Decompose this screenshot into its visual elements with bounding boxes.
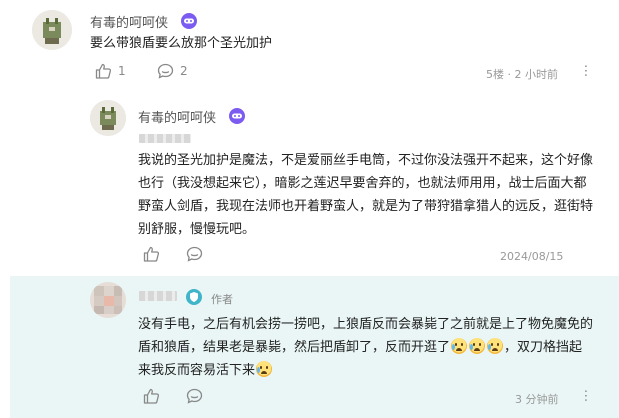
thumbs-up-icon	[143, 388, 160, 404]
reply-text: 我说的圣光加护是魔法，不是爱丽丝手电筒，不过你没法强开不起来，这个好像也行（我没…	[138, 153, 594, 237]
reply-avatar[interactable]	[90, 100, 126, 136]
reply-count: 2	[180, 64, 188, 78]
comment-icon	[186, 388, 203, 404]
like-button[interactable]: 1	[95, 63, 126, 79]
username[interactable]: 有毒的呵呵侠	[90, 12, 168, 31]
crying-emoji-icon	[487, 338, 504, 354]
crying-emoji-icon	[469, 338, 486, 354]
masked-quote	[139, 134, 191, 143]
author-tag: 作者	[211, 293, 233, 306]
thumbs-up-icon	[143, 246, 160, 262]
avatar[interactable]	[32, 10, 72, 50]
masked-username[interactable]	[139, 291, 177, 301]
like-button[interactable]	[143, 388, 160, 404]
comment-icon	[186, 246, 203, 262]
comment-text: 要么带狼盾要么放那个圣光加护	[90, 36, 273, 51]
like-button[interactable]	[143, 246, 160, 262]
game-badge-icon	[229, 108, 245, 124]
reply-time: 3 分钟前	[515, 393, 559, 406]
reply-button[interactable]	[186, 388, 203, 404]
author-avatar[interactable]	[90, 282, 126, 318]
crying-emoji-icon	[256, 361, 273, 377]
crying-emoji-icon	[451, 338, 468, 354]
comment-icon	[157, 63, 174, 79]
floor-time: 5楼 · 2 小时前	[486, 68, 558, 81]
more-dots-icon[interactable]: ···	[577, 64, 593, 77]
like-count: 1	[118, 64, 126, 78]
reply-username[interactable]: 有毒的呵呵侠	[138, 107, 216, 126]
reply-date: 2024/08/15	[500, 250, 564, 263]
reply-button[interactable]: 2	[157, 63, 188, 79]
author-reply-text: 没有手电，之后有机会捞一捞吧，上狼盾反而会暴毙了之前就是上了物免魔免的盾和狼盾，…	[138, 313, 593, 382]
author-shield-icon	[186, 289, 202, 305]
game-badge-icon	[181, 13, 197, 29]
thumbs-up-icon	[95, 63, 112, 79]
more-dots-icon[interactable]: ···	[577, 389, 593, 402]
reply-button[interactable]	[186, 246, 203, 262]
